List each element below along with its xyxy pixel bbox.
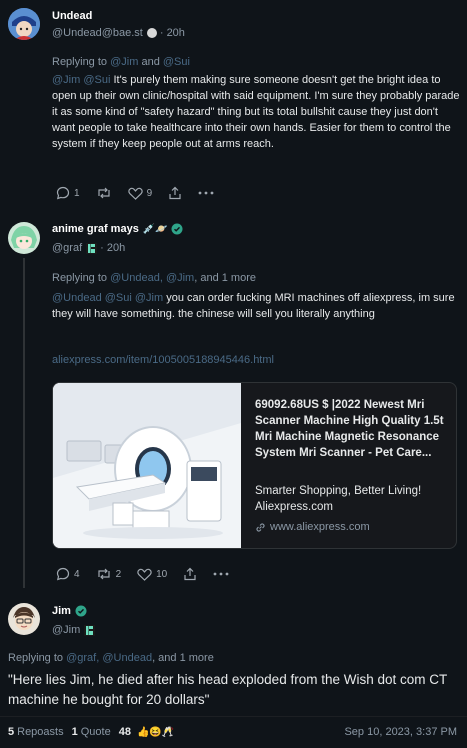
reply-button[interactable]: 1 — [56, 186, 80, 200]
post-link[interactable]: aliexpress.com/item/1005005188945446.htm… — [52, 354, 274, 366]
reposts-count: 5 — [8, 726, 15, 738]
name-emoji: 💉🪐 — [142, 223, 168, 235]
reply-and: and — [141, 56, 160, 68]
author-name[interactable]: anime graf mays — [52, 223, 139, 235]
author-handle-row: @Undead@bae.st · 20h — [52, 27, 185, 39]
repost-icon — [97, 568, 110, 580]
reposts-label: Repoasts — [17, 726, 64, 738]
more-icon — [198, 191, 214, 195]
post-time[interactable]: · 20h — [160, 27, 185, 39]
reply-count: 4 — [74, 568, 80, 580]
reply-icon — [56, 567, 70, 581]
reply-count: 1 — [74, 187, 80, 199]
avatar[interactable] — [8, 8, 40, 40]
reposts-stat[interactable]: 5 Repoasts — [8, 726, 64, 738]
share-button[interactable] — [168, 186, 182, 200]
reaction-emojis: 👍😆🥂 — [136, 726, 175, 738]
reply-icon — [56, 186, 70, 200]
reply-more[interactable]: , and 1 more — [152, 652, 214, 664]
reply-button[interactable]: 4 — [56, 567, 80, 581]
avatar[interactable] — [8, 603, 40, 635]
post-actions: 4 2 10 — [56, 567, 245, 581]
author-name-row: anime graf mays 💉🪐 — [52, 223, 183, 235]
avatar[interactable] — [8, 222, 40, 254]
reply-prefix: Replying to — [52, 272, 108, 284]
thread-line — [23, 258, 25, 588]
reply-mention-jim[interactable]: @Jim — [166, 272, 194, 284]
heart-icon — [127, 187, 143, 200]
divider — [0, 716, 467, 717]
post-date[interactable]: Sep 10, 2023, 3:37 PM — [344, 726, 457, 738]
repost-button[interactable]: 2 — [96, 567, 122, 581]
card-description: Smarter Shopping, Better Living! Aliexpr… — [255, 485, 422, 513]
like-button[interactable]: 9 — [127, 187, 153, 200]
card-domain-row[interactable]: www.aliexpress.com — [255, 521, 370, 533]
post-mentions[interactable]: @Undead @Sui @Jim — [52, 292, 163, 304]
instance-icon — [146, 28, 157, 38]
more-button[interactable] — [213, 572, 229, 576]
reply-mention-undead[interactable]: @Undead — [110, 272, 160, 284]
author-name[interactable]: Undead — [52, 10, 92, 22]
post-body: @Undead @Sui @Jim you can order fucking … — [52, 290, 457, 322]
verified-icon — [75, 605, 87, 617]
quotes-label: Quote — [80, 726, 111, 738]
product-image — [53, 383, 241, 548]
link-icon — [256, 522, 265, 532]
quotes-count: 1 — [71, 726, 78, 738]
reply-mention-jim[interactable]: @Jim — [110, 56, 138, 68]
share-button[interactable] — [183, 567, 197, 581]
repost-count: 2 — [115, 568, 122, 580]
author-handle[interactable]: @Undead@bae.st — [52, 27, 143, 39]
post-actions: 1 9 — [56, 186, 230, 200]
post-text: It's purely them making sure someone doe… — [52, 74, 460, 150]
reply-context: Replying to @Undead, @Jim, and 1 more — [52, 272, 256, 284]
post-stats: 5 Repoasts 1 Quote 48 👍😆🥂 — [8, 726, 182, 738]
reactions-count: 48 — [118, 726, 131, 738]
reply-mention-graf[interactable]: @graf — [66, 652, 96, 664]
post-mentions[interactable]: @Jim @Sui — [52, 74, 110, 86]
link-preview-card[interactable]: 69092.68US $ |2022 Newest Mri Scanner Ma… — [52, 382, 457, 549]
author-handle[interactable]: @Jim — [52, 624, 80, 636]
post-body: "Here lies Jim, he died after his head e… — [8, 672, 447, 707]
share-icon — [169, 186, 181, 200]
post-time[interactable]: · 20h — [100, 242, 125, 254]
repost-button[interactable] — [96, 186, 112, 200]
like-count: 9 — [146, 187, 153, 199]
reply-more[interactable]: , and 1 more — [194, 272, 256, 284]
share-icon — [184, 567, 196, 581]
author-handle-row: @Jim — [52, 624, 96, 636]
post-body: @Jim @Sui It's purely them making sure s… — [52, 72, 460, 152]
pleroma-icon — [86, 242, 98, 254]
reply-context: Replying to @Jim and @Sui — [52, 56, 190, 68]
heart-icon — [137, 568, 152, 581]
author-name-row: Jim — [52, 605, 87, 617]
reply-prefix: Replying to — [52, 56, 108, 68]
card-title[interactable]: 69092.68US $ |2022 Newest Mri Scanner Ma… — [255, 397, 455, 461]
pleroma-icon — [84, 624, 96, 636]
like-button[interactable]: 10 — [137, 568, 167, 581]
author-handle-row: @graf · 20h — [52, 242, 125, 254]
reply-context: Replying to @graf, @Undead, and 1 more — [8, 652, 214, 664]
reply-prefix: Replying to — [8, 652, 64, 664]
author-handle[interactable]: @graf — [52, 242, 82, 254]
reactions-stat[interactable]: 48 👍😆🥂 — [119, 726, 175, 738]
like-count: 10 — [156, 568, 168, 580]
reply-mention-undead[interactable]: @Undead — [102, 652, 152, 664]
quotes-stat[interactable]: 1 Quote — [72, 726, 111, 738]
more-icon — [213, 572, 229, 576]
verified-icon — [171, 223, 183, 235]
card-domain: www.aliexpress.com — [270, 521, 370, 533]
reply-mention-sui[interactable]: @Sui — [163, 56, 190, 68]
repost-icon — [97, 187, 110, 199]
author-name[interactable]: Jim — [52, 605, 71, 617]
more-button[interactable] — [198, 191, 214, 195]
